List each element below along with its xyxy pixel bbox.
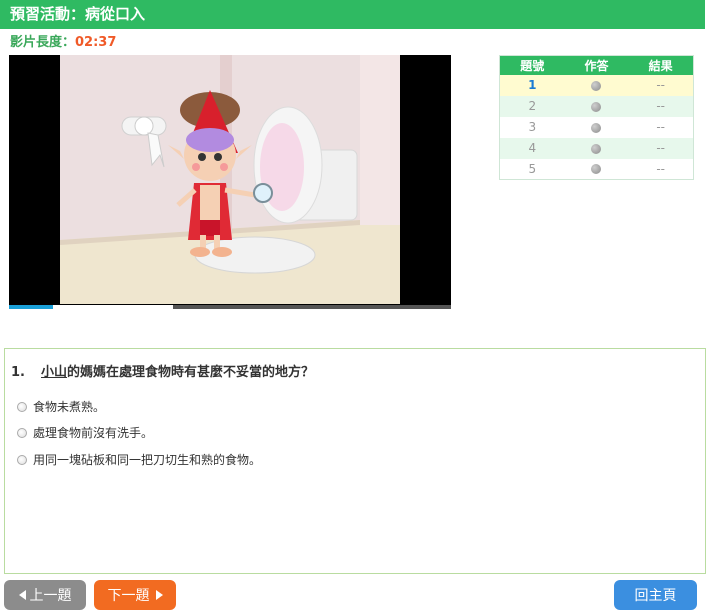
triangle-left-icon bbox=[18, 590, 26, 600]
question-text: 的媽媽在處理食物時有甚麼不妥當的地方？ bbox=[67, 365, 315, 380]
header-result: 結果 bbox=[628, 55, 694, 75]
home-button[interactable]: 回主頁 bbox=[614, 580, 697, 610]
question-number: 1. bbox=[11, 365, 25, 380]
next-question-button[interactable]: 下一題 bbox=[94, 580, 176, 610]
question-character-name: 小山 bbox=[41, 365, 68, 380]
triangle-right-icon bbox=[155, 590, 163, 600]
duration-label: 影片長度： bbox=[10, 35, 76, 50]
row-question-number[interactable]: 3 bbox=[499, 116, 565, 138]
header-answer: 作答 bbox=[564, 55, 629, 75]
row-question-number[interactable]: 2 bbox=[499, 95, 565, 117]
video-progress-remaining bbox=[173, 305, 451, 309]
header-question-number: 題號 bbox=[499, 55, 565, 75]
row-answer-status bbox=[564, 137, 629, 159]
answer-table-header-row: 題號 作答 結果 bbox=[499, 55, 694, 75]
radio-button[interactable] bbox=[17, 401, 27, 412]
option-label: 用同一塊砧板和同一把刀切生和熟的食物。 bbox=[33, 453, 262, 467]
radio-button[interactable] bbox=[17, 454, 27, 465]
table-row[interactable]: 5 -- bbox=[499, 158, 694, 180]
row-question-number[interactable]: 5 bbox=[499, 158, 565, 180]
answer-option-2[interactable]: 處理食物前沒有洗手。 bbox=[17, 424, 153, 441]
previous-question-label: 上一題 bbox=[29, 588, 72, 604]
status-dot-icon bbox=[591, 143, 602, 154]
row-result: -- bbox=[628, 158, 694, 180]
video-cartoon-image bbox=[60, 55, 400, 304]
table-row[interactable]: 1 -- bbox=[499, 74, 694, 96]
table-row[interactable]: 2 -- bbox=[499, 95, 694, 117]
row-answer-status bbox=[564, 116, 629, 138]
status-dot-icon bbox=[591, 122, 602, 133]
table-row[interactable]: 3 -- bbox=[499, 116, 694, 138]
status-dot-icon bbox=[591, 164, 602, 175]
video-progress-bar[interactable] bbox=[9, 305, 451, 309]
question-panel: 1. 小山的媽媽在處理食物時有甚麼不妥當的地方？ 食物未煮熟。 處理食物前沒有洗手… bbox=[4, 348, 706, 574]
row-result: -- bbox=[628, 137, 694, 159]
row-result: -- bbox=[628, 74, 694, 96]
radio-button[interactable] bbox=[17, 427, 27, 438]
previous-question-button[interactable]: 上一題 bbox=[4, 580, 86, 610]
row-answer-status bbox=[564, 95, 629, 117]
row-answer-status bbox=[564, 74, 629, 96]
option-label: 處理食物前沒有洗手。 bbox=[33, 426, 154, 440]
row-result: -- bbox=[628, 116, 694, 138]
question-title: 1. 小山的媽媽在處理食物時有甚麼不妥當的地方？ bbox=[11, 361, 314, 380]
video-duration: 影片長度：02:37 bbox=[10, 31, 116, 50]
next-question-label: 下一題 bbox=[107, 588, 150, 604]
answer-option-1[interactable]: 食物未煮熟。 bbox=[17, 398, 105, 415]
row-question-number[interactable]: 4 bbox=[499, 137, 565, 159]
video-player[interactable] bbox=[9, 55, 451, 309]
duration-value: 02:37 bbox=[75, 35, 117, 50]
option-label: 食物未煮熟。 bbox=[33, 400, 106, 414]
answer-option-3[interactable]: 用同一塊砧板和同一把刀切生和熟的食物。 bbox=[17, 451, 261, 468]
video-frame[interactable] bbox=[60, 55, 400, 304]
row-result: -- bbox=[628, 95, 694, 117]
status-dot-icon bbox=[591, 80, 602, 91]
answer-status-table: 題號 作答 結果 1 -- 2 -- 3 -- 4 -- 5 -- bbox=[499, 55, 694, 180]
activity-title: 預習活動：病從口入 bbox=[0, 0, 705, 29]
home-label: 回主頁 bbox=[634, 588, 677, 604]
status-dot-icon bbox=[591, 101, 602, 112]
row-answer-status bbox=[564, 158, 629, 180]
row-question-number[interactable]: 1 bbox=[499, 74, 565, 96]
video-progress-played bbox=[9, 305, 53, 309]
table-row[interactable]: 4 -- bbox=[499, 137, 694, 159]
